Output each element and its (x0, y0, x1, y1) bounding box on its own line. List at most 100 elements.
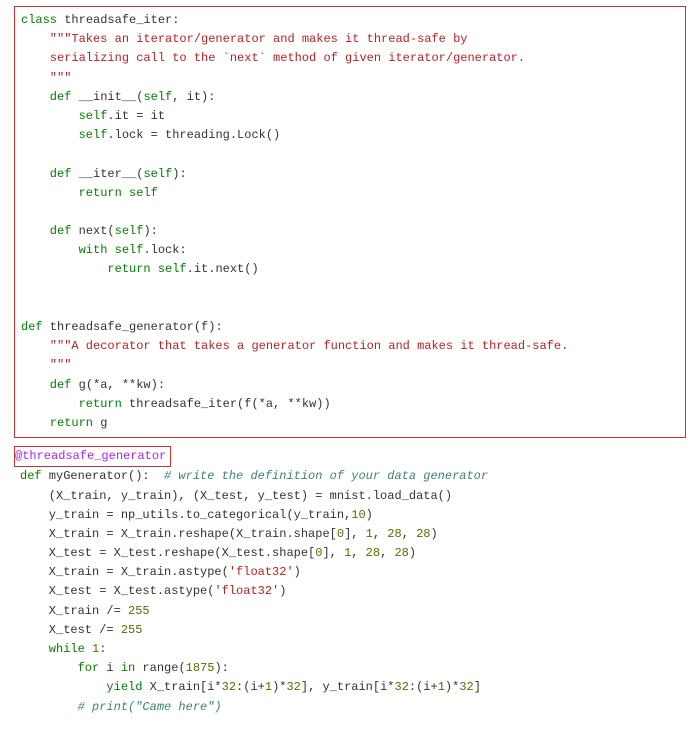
stmt: ): (214, 661, 228, 675)
kw-for: for (20, 661, 99, 675)
num: 32 (286, 680, 300, 694)
stmt: X_test /= (20, 623, 121, 637)
docstring-end: """ (21, 71, 71, 85)
stmt (85, 642, 92, 656)
stmt: ) (431, 527, 438, 541)
kw-def: def (21, 378, 71, 392)
kw-while: while (20, 642, 85, 656)
num: 32 (222, 680, 236, 694)
comment: # write the definition of your data gene… (164, 469, 488, 483)
blank-line (21, 147, 28, 161)
docstring-line: """A decorator that takes a generator fu… (21, 339, 568, 353)
stmt: ], (322, 546, 344, 560)
stmt: , (351, 546, 365, 560)
fn-name: g(*a, **kw): (71, 378, 165, 392)
stmt: (X_train, y_train), (X_test, y_test) = m… (20, 489, 452, 503)
fn-name: myGenerator(): (42, 469, 164, 483)
num: 1 (265, 680, 272, 694)
stmt: X_train /= (20, 604, 128, 618)
decorator-pre: @threadsafe_generator (14, 446, 686, 467)
stmt: :(i+ (409, 680, 438, 694)
num: 32 (395, 680, 409, 694)
num: 28 (394, 546, 408, 560)
stmt: ], (344, 527, 366, 541)
kw-def: def (20, 469, 42, 483)
decorator-row: @threadsafe_generator (14, 446, 686, 467)
docstring-line: """Takes an iterator/generator and makes… (21, 32, 467, 46)
kw-def: def (21, 224, 71, 238)
kw-return: return (21, 186, 122, 200)
fn-name: __iter__( (71, 167, 143, 181)
decorator-text: @threadsafe_generator (15, 449, 166, 463)
stmt: : (99, 642, 106, 656)
stmt: g (93, 416, 107, 430)
num: 28 (416, 527, 430, 541)
kw-def: def (21, 90, 71, 104)
blank-line (21, 205, 28, 219)
sig-rest: ): (143, 224, 157, 238)
stmt: ) (279, 584, 286, 598)
stmt: threadsafe_iter(f(*a, **kw)) (122, 397, 331, 411)
stmt: ) (409, 546, 416, 560)
self-ref: self (151, 262, 187, 276)
code-block-decorator: @threadsafe_generator (14, 446, 171, 467)
code-block-helpers: class threadsafe_iter: """Takes an itera… (14, 6, 686, 438)
stmt: ) (366, 508, 373, 522)
kw-in: in (121, 661, 135, 675)
kw-return: return (21, 262, 151, 276)
self-param: self (115, 224, 144, 238)
stmt: .lock = threading.Lock() (107, 128, 280, 142)
stmt: .it.next() (187, 262, 259, 276)
num: 255 (121, 623, 143, 637)
class-name: threadsafe_iter: (57, 13, 179, 27)
stmt: .lock: (143, 243, 186, 257)
stmt: X_test = X_test.astype( (20, 584, 214, 598)
self-param: self (143, 90, 172, 104)
sig-rest: ): (172, 167, 186, 181)
num: 28 (366, 546, 380, 560)
fn-name: next( (71, 224, 114, 238)
code-pre-helpers: class threadsafe_iter: """Takes an itera… (21, 11, 679, 433)
num: 1 (438, 680, 445, 694)
num: 0 (337, 527, 344, 541)
stmt: ) (294, 565, 301, 579)
comment: # print("Came here") (20, 700, 222, 714)
str: 'float32' (214, 584, 279, 598)
num: 10 (351, 508, 365, 522)
num: 255 (128, 604, 150, 618)
code-block-generator: def myGenerator(): # write the definitio… (14, 467, 686, 716)
stmt: )* (272, 680, 286, 694)
num: 1 (366, 527, 373, 541)
stmt: , (402, 527, 416, 541)
stmt: X_train = X_train.astype( (20, 565, 229, 579)
docstring-line: serializing call to the `next` method of… (21, 51, 525, 65)
kw-yield: yield (20, 680, 142, 694)
str: 'float32' (229, 565, 294, 579)
stmt: :(i+ (236, 680, 265, 694)
fn-name: threadsafe_generator(f): (43, 320, 223, 334)
kw-class: class (21, 13, 57, 27)
stmt: ] (474, 680, 481, 694)
stmt: X_test = X_test.reshape(X_test.shape[ (20, 546, 315, 560)
kw-with: with (21, 243, 107, 257)
self-ref: self (21, 128, 107, 142)
code-pre-generator: def myGenerator(): # write the definitio… (20, 467, 680, 716)
stmt: i (99, 661, 121, 675)
stmt: X_train[i* (142, 680, 221, 694)
stmt: range( (135, 661, 185, 675)
kw-return: return (21, 397, 122, 411)
blank-line (21, 282, 28, 296)
self-ref: self (107, 243, 143, 257)
num: 1875 (186, 661, 215, 675)
kw-def: def (21, 167, 71, 181)
num: 28 (387, 527, 401, 541)
num: 32 (459, 680, 473, 694)
blank-line (21, 301, 28, 315)
docstring-end: """ (21, 358, 71, 372)
kw-def: def (21, 320, 43, 334)
stmt: X_train = X_train.reshape(X_train.shape[ (20, 527, 337, 541)
stmt: .it = it (107, 109, 165, 123)
sig-rest: , it): (172, 90, 215, 104)
stmt: y_train = np_utils.to_categorical(y_trai… (20, 508, 351, 522)
self-ref: self (21, 109, 107, 123)
